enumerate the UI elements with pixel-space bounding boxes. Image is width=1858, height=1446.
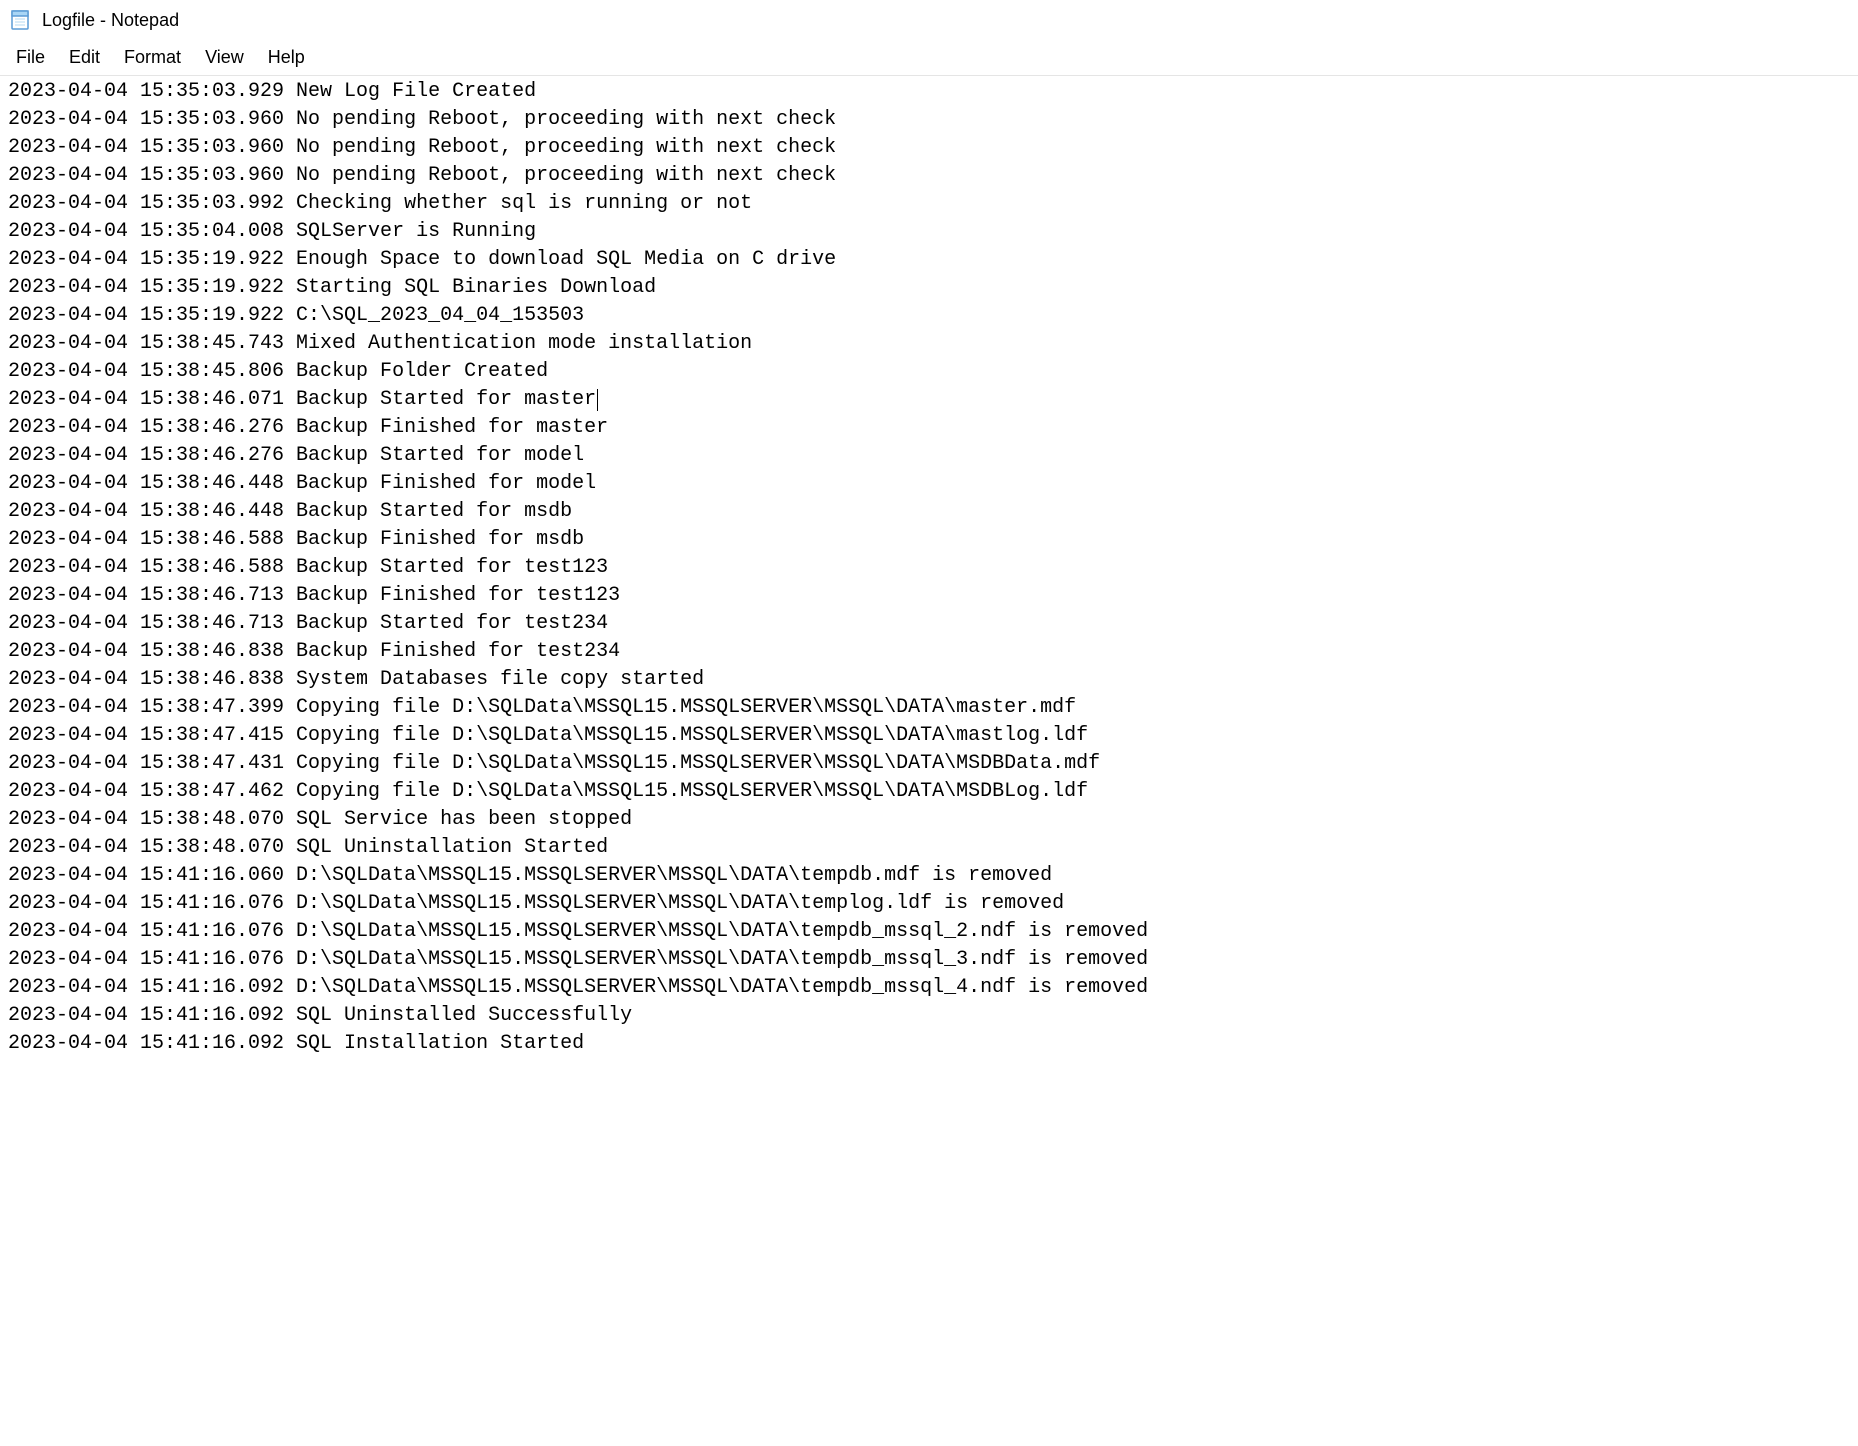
log-line: 2023-04-04 15:35:03.929 New Log File Cre… [8,78,1850,106]
menu-edit[interactable]: Edit [59,43,110,72]
log-line: 2023-04-04 15:38:45.806 Backup Folder Cr… [8,358,1850,386]
log-line: 2023-04-04 15:38:48.070 SQL Uninstallati… [8,834,1850,862]
log-line: 2023-04-04 15:35:04.008 SQLServer is Run… [8,218,1850,246]
log-line: 2023-04-04 15:38:46.838 Backup Finished … [8,638,1850,666]
menu-format[interactable]: Format [114,43,191,72]
text-editor-area[interactable]: 2023-04-04 15:35:03.929 New Log File Cre… [0,76,1858,1446]
log-line: 2023-04-04 15:35:03.960 No pending Reboo… [8,134,1850,162]
log-line: 2023-04-04 15:35:03.960 No pending Reboo… [8,106,1850,134]
log-line: 2023-04-04 15:35:19.922 C:\SQL_2023_04_0… [8,302,1850,330]
log-line: 2023-04-04 15:38:45.743 Mixed Authentica… [8,330,1850,358]
log-line: 2023-04-04 15:38:46.588 Backup Finished … [8,526,1850,554]
log-line: 2023-04-04 15:38:46.588 Backup Started f… [8,554,1850,582]
menu-view[interactable]: View [195,43,254,72]
log-line: 2023-04-04 15:38:46.838 System Databases… [8,666,1850,694]
log-line: 2023-04-04 15:41:16.092 SQL Installation… [8,1030,1850,1058]
titlebar: Logfile - Notepad [0,0,1858,40]
log-line: 2023-04-04 15:38:47.462 Copying file D:\… [8,778,1850,806]
window-title: Logfile - Notepad [42,10,179,31]
log-line: 2023-04-04 15:35:03.960 No pending Reboo… [8,162,1850,190]
menu-help[interactable]: Help [258,43,315,72]
log-line: 2023-04-04 15:38:46.713 Backup Started f… [8,610,1850,638]
log-line: 2023-04-04 15:38:46.713 Backup Finished … [8,582,1850,610]
log-line: 2023-04-04 15:41:16.076 D:\SQLData\MSSQL… [8,890,1850,918]
log-line: 2023-04-04 15:41:16.092 D:\SQLData\MSSQL… [8,974,1850,1002]
notepad-icon [8,8,32,32]
menu-file[interactable]: File [6,43,55,72]
log-line: 2023-04-04 15:38:46.071 Backup Started f… [8,386,1850,414]
log-line: 2023-04-04 15:41:16.076 D:\SQLData\MSSQL… [8,918,1850,946]
log-line: 2023-04-04 15:38:46.276 Backup Started f… [8,442,1850,470]
log-line: 2023-04-04 15:38:46.448 Backup Started f… [8,498,1850,526]
log-line: 2023-04-04 15:41:16.060 D:\SQLData\MSSQL… [8,862,1850,890]
menubar: File Edit Format View Help [0,40,1858,76]
log-line: 2023-04-04 15:41:16.076 D:\SQLData\MSSQL… [8,946,1850,974]
log-line: 2023-04-04 15:38:47.399 Copying file D:\… [8,694,1850,722]
log-line: 2023-04-04 15:38:46.448 Backup Finished … [8,470,1850,498]
log-line: 2023-04-04 15:38:47.415 Copying file D:\… [8,722,1850,750]
log-line: 2023-04-04 15:38:47.431 Copying file D:\… [8,750,1850,778]
log-line: 2023-04-04 15:35:19.922 Starting SQL Bin… [8,274,1850,302]
log-line: 2023-04-04 15:35:03.992 Checking whether… [8,190,1850,218]
log-line: 2023-04-04 15:35:19.922 Enough Space to … [8,246,1850,274]
log-line: 2023-04-04 15:38:46.276 Backup Finished … [8,414,1850,442]
log-line: 2023-04-04 15:38:48.070 SQL Service has … [8,806,1850,834]
log-line: 2023-04-04 15:41:16.092 SQL Uninstalled … [8,1002,1850,1030]
